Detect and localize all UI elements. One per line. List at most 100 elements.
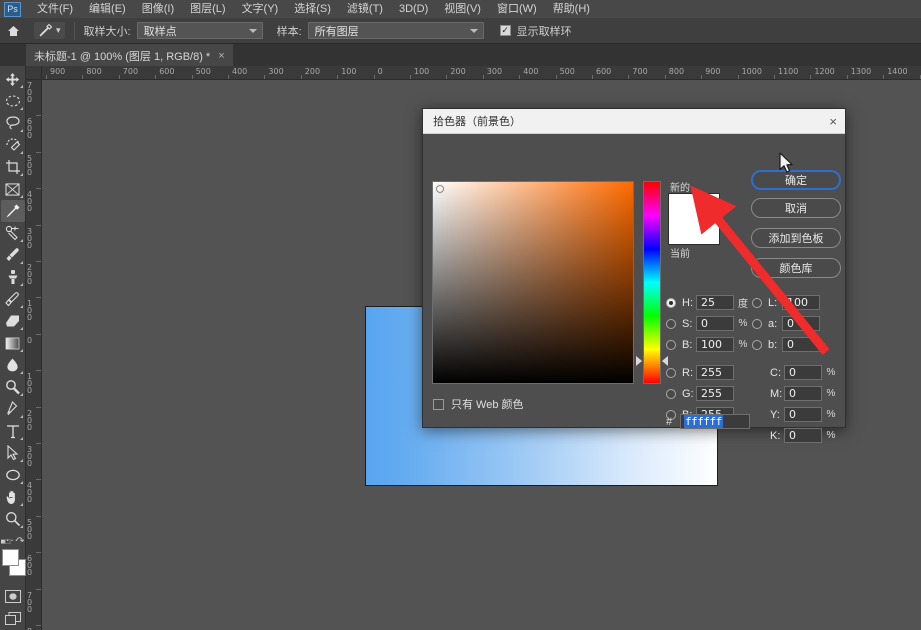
- web-colors-only-checkbox[interactable]: 只有 Web 颜色: [433, 396, 524, 412]
- hex-input[interactable]: ffffff: [680, 414, 750, 429]
- pen-tool[interactable]: [1, 398, 25, 420]
- close-icon[interactable]: ×: [829, 115, 837, 128]
- ruler-label-v: 700: [27, 81, 33, 104]
- field-row-h-l: H: 25 度 L: 100: [666, 292, 844, 313]
- default-colors-icon[interactable]: ■□: [1, 537, 11, 546]
- color-libraries-button[interactable]: 颜色库: [751, 258, 841, 278]
- input-y[interactable]: 0: [784, 407, 822, 422]
- vertical-ruler[interactable]: 700 600 500 400 300 200 100 0 100 200 300 400 500 600…: [26, 80, 42, 630]
- menu-item-image[interactable]: 图像(I): [134, 0, 182, 18]
- show-sampling-ring-checkbox[interactable]: ✓ 显示取样环: [499, 23, 572, 39]
- menu-item-select[interactable]: 选择(S): [286, 0, 339, 18]
- eyedropper-tool[interactable]: [0, 200, 25, 222]
- screen-mode-button[interactable]: [1, 608, 25, 630]
- document-tab[interactable]: 未标题-1 @ 100% (图层 1, RGB/8) * ×: [26, 44, 233, 66]
- color-swatches[interactable]: ■□ ↷: [0, 536, 26, 578]
- dodge-tool[interactable]: [1, 376, 25, 398]
- clone-stamp-tool[interactable]: [1, 266, 25, 288]
- sample-size-select[interactable]: 取样点: [136, 22, 263, 39]
- ruler-label-v: 500: [27, 153, 33, 177]
- blur-tool[interactable]: [1, 354, 25, 376]
- menu-item-file[interactable]: 文件(F): [29, 0, 81, 18]
- ruler-label-v: 0: [27, 335, 33, 345]
- radio-lab-a[interactable]: [752, 318, 762, 329]
- ruler-origin-corner[interactable]: [26, 66, 42, 80]
- options-bar: ▾ 取样大小: 取样点 样本: 所有图层 ✓ 显示取样环: [0, 18, 921, 44]
- ruler-label-h: 1000: [741, 67, 762, 76]
- active-tool-eyedropper-icon[interactable]: ▾: [34, 22, 65, 39]
- foreground-color-swatch[interactable]: [1, 548, 19, 566]
- input-h[interactable]: 25: [696, 295, 734, 310]
- healing-brush-tool[interactable]: [1, 222, 25, 244]
- zoom-tool[interactable]: [1, 508, 25, 530]
- color-field-marker[interactable]: [435, 184, 445, 194]
- menu-item-layer[interactable]: 图层(L): [182, 0, 233, 18]
- menu-item-type[interactable]: 文字(Y): [234, 0, 287, 18]
- ruler-tick-v: [36, 297, 41, 299]
- menu-item-window[interactable]: 窗口(W): [489, 0, 545, 18]
- lasso-tool[interactable]: [1, 112, 25, 134]
- quick-selection-tool[interactable]: [1, 134, 25, 156]
- radio-g[interactable]: [666, 388, 676, 399]
- frame-tool[interactable]: [1, 178, 25, 200]
- label-g: G:: [682, 387, 694, 400]
- marquee-tool[interactable]: [1, 90, 25, 112]
- gradient-tool[interactable]: [1, 332, 25, 354]
- menu-item-view[interactable]: 视图(V): [436, 0, 489, 18]
- input-k[interactable]: 0: [784, 428, 822, 443]
- input-b[interactable]: 100: [696, 337, 734, 352]
- hand-tool[interactable]: [1, 486, 25, 508]
- shape-tool[interactable]: [1, 464, 25, 486]
- menu-item-filter[interactable]: 滤镜(T): [339, 0, 391, 18]
- ruler-label-h: 0: [377, 67, 383, 76]
- menu-item-3d[interactable]: 3D(D): [391, 0, 436, 18]
- eraser-tool[interactable]: [1, 310, 25, 332]
- hex-field-row: # ffffff: [666, 414, 750, 429]
- radio-b[interactable]: [666, 339, 676, 350]
- cancel-button[interactable]: 取消: [751, 198, 841, 218]
- history-brush-tool[interactable]: [1, 288, 25, 310]
- menu-item-help[interactable]: 帮助(H): [545, 0, 598, 18]
- radio-h[interactable]: [666, 297, 676, 308]
- input-m[interactable]: 0: [784, 386, 822, 401]
- saturation-brightness-field[interactable]: [432, 181, 634, 384]
- hue-slider[interactable]: [643, 181, 661, 384]
- unit-h: 度: [738, 299, 748, 310]
- move-tool[interactable]: [1, 68, 25, 90]
- input-lab-l[interactable]: 100: [782, 295, 820, 310]
- path-selection-tool[interactable]: [1, 442, 25, 464]
- swap-colors-icon[interactable]: ↷: [16, 536, 24, 547]
- radio-s[interactable]: [666, 318, 676, 329]
- label-s: S:: [682, 317, 693, 330]
- input-lab-b[interactable]: 0: [782, 337, 820, 352]
- unit-k: %: [826, 430, 836, 441]
- quick-mask-button[interactable]: [1, 586, 25, 608]
- input-c[interactable]: 0: [784, 365, 822, 380]
- brush-tool[interactable]: [1, 244, 25, 266]
- dialog-title-bar[interactable]: 拾色器（前景色） ×: [423, 109, 845, 134]
- ruler-tick-v: [36, 115, 41, 117]
- crop-tool[interactable]: [1, 156, 25, 178]
- hue-slider-handle-left[interactable]: [636, 356, 642, 366]
- input-lab-a[interactable]: 0: [782, 316, 820, 331]
- close-icon[interactable]: ×: [218, 50, 224, 62]
- home-icon[interactable]: [0, 25, 26, 37]
- input-g[interactable]: 255: [696, 386, 734, 401]
- horizontal-ruler[interactable]: 900 800 700 600 500 400 300 200 100 0 100 200 300 400…: [42, 66, 921, 80]
- menu-item-edit[interactable]: 编辑(E): [81, 0, 134, 18]
- type-tool[interactable]: [1, 420, 25, 442]
- ruler-label-h: 700: [632, 67, 648, 76]
- radio-r[interactable]: [666, 367, 676, 378]
- sample-select[interactable]: 所有图层: [307, 22, 484, 39]
- input-r[interactable]: 255: [696, 365, 734, 380]
- unit-s: %: [738, 318, 748, 329]
- field-row-b-blab: B: 100 % b: 0: [666, 334, 844, 355]
- field-row-r-c: R: 255 C: 0 %: [666, 362, 844, 383]
- dialog-buttons: 确定 取消 添加到色板 颜色库: [751, 170, 841, 286]
- radio-lab-b[interactable]: [752, 339, 762, 350]
- new-color-swatch[interactable]: [668, 193, 720, 245]
- add-to-swatches-button[interactable]: 添加到色板: [751, 228, 841, 248]
- radio-lab-l[interactable]: [752, 297, 762, 308]
- input-s[interactable]: 0: [696, 316, 734, 331]
- ruler-label-h: 800: [668, 67, 685, 76]
